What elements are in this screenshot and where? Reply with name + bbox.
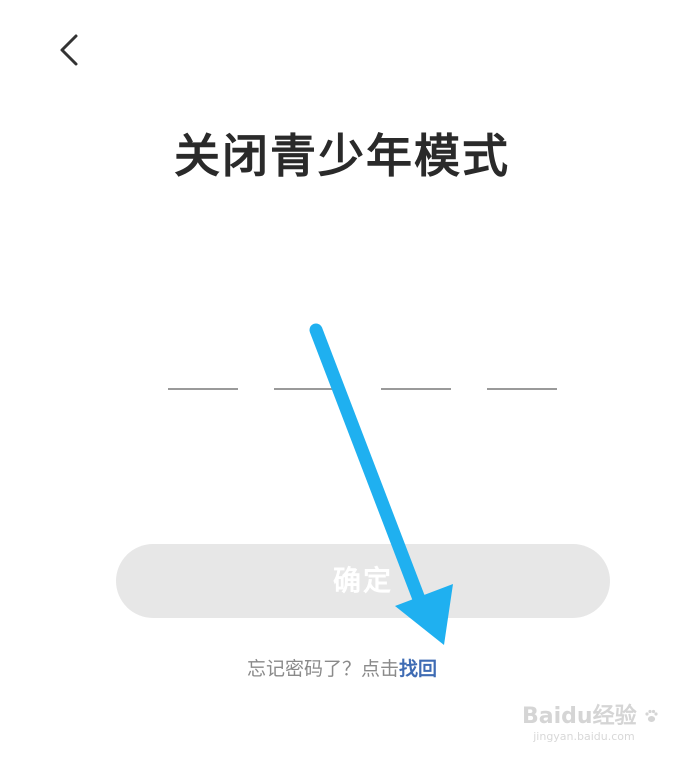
forgot-password-hint: 忘记密码了？点击找回 [0,654,684,681]
watermark-logo-text: Baidu经验 [522,704,637,729]
paw-icon [644,704,658,730]
pin-digit-3[interactable] [381,388,451,390]
watermark: Baidu经验 jingyan.baidu.com [522,704,658,744]
pin-digit-1[interactable] [168,388,238,390]
confirm-button[interactable]: 确定 [116,544,610,618]
pin-digit-2[interactable] [274,388,344,390]
watermark-url: jingyan.baidu.com [533,730,635,743]
forgot-password-prefix: 忘记密码了？点击 [246,658,399,680]
pin-input[interactable] [168,388,558,390]
page-title: 关闭青少年模式 [174,129,510,183]
annotation-arrow [309,323,453,645]
chevron-left-icon [52,28,92,72]
watermark-logo: Baidu经验 [522,704,658,730]
back-button[interactable] [52,28,92,72]
retrieve-password-link[interactable]: 找回 [399,658,437,680]
pin-digit-4[interactable] [487,388,557,390]
